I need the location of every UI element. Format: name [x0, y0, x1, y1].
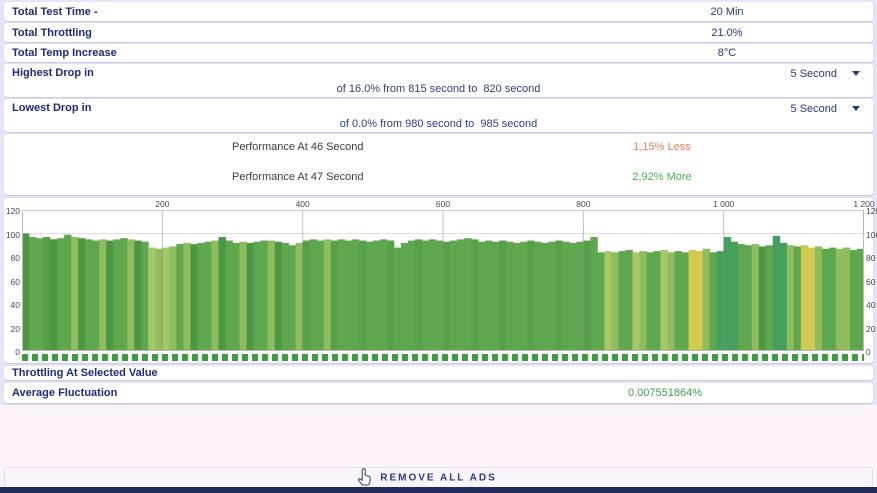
- performance-at-47-label: Performance At 47 Second: [232, 171, 363, 183]
- y-tick-label: 80: [4, 253, 20, 263]
- row-throttling-selected: Throttling At Selected Value: [4, 366, 873, 380]
- y-tick-label: 100: [865, 230, 877, 240]
- y-tick-label: 40: [865, 300, 877, 310]
- y-tick-label: 60: [4, 277, 20, 287]
- chart-plot[interactable]: [22, 210, 864, 351]
- lowest-drop-label: Lowest Drop in: [12, 102, 91, 114]
- row-lowest-drop: Lowest Drop in 5 Second of 0.0% from 980…: [4, 99, 873, 132]
- timeline-marker-strip: [22, 354, 864, 361]
- highest-drop-label: Highest Drop in: [12, 67, 94, 79]
- y-tick-label: 40: [4, 300, 20, 310]
- performance-at-46-value: 1,15% Less: [602, 141, 722, 153]
- cpu-throttling-test-app: Total Test Time - 20 Min Total Throttlin…: [0, 0, 877, 493]
- row-total-throttling: Total Throttling 21.0%: [4, 23, 873, 42]
- total-test-time-value: 20 Min: [652, 6, 802, 18]
- row-total-temp-increase: Total Temp Increase 8°C: [4, 44, 873, 62]
- chevron-down-icon: [852, 71, 860, 76]
- chart-y-axis-right: 020406080100120: [865, 210, 877, 351]
- performance-chart-card: 2004006008001 0001 200 020406080100120 0…: [4, 198, 873, 363]
- average-fluctuation-value: 0.007551864%: [590, 387, 740, 399]
- y-tick-label: 80: [865, 253, 877, 263]
- average-fluctuation-label: Average Fluctuation: [12, 387, 117, 399]
- y-tick-label: 100: [4, 230, 20, 240]
- throttling-selected-label: Throttling At Selected Value: [12, 367, 158, 379]
- y-tick-label: 0: [4, 347, 20, 357]
- performance-comparison-card: Performance At 46 Second 1,15% Less Perf…: [4, 134, 873, 195]
- row-total-test-time: Total Test Time - 20 Min: [4, 2, 873, 21]
- chevron-down-icon: [852, 106, 860, 111]
- remove-all-ads-label: REMOVE ALL ADS: [5, 472, 872, 483]
- bottom-navigation-bar: [0, 487, 877, 493]
- x-tick-label: 800: [561, 199, 605, 209]
- highest-drop-detail: of 16.0% from 815 second to 820 second: [4, 83, 873, 95]
- y-tick-label: 120: [4, 206, 20, 216]
- total-throttling-label: Total Throttling: [12, 27, 92, 39]
- chart-x-axis: 2004006008001 0001 200: [4, 198, 873, 210]
- performance-at-46-label: Performance At 46 Second: [232, 141, 363, 153]
- x-tick-label: 600: [421, 199, 465, 209]
- lowest-drop-interval-dropdown[interactable]: 5 Second: [791, 101, 860, 116]
- row-highest-drop: Highest Drop in 5 Second of 16.0% from 8…: [4, 64, 873, 97]
- total-temp-increase-label: Total Temp Increase: [12, 47, 117, 59]
- x-tick-label: 1 000: [702, 199, 746, 209]
- row-average-fluctuation: Average Fluctuation 0.007551864%: [4, 383, 873, 403]
- lowest-drop-detail: of 0.0% from 980 second to 985 second: [4, 118, 873, 130]
- x-tick-label: 200: [140, 199, 184, 209]
- y-tick-label: 0: [865, 347, 877, 357]
- chart-y-axis-left: 020406080100120: [4, 210, 20, 351]
- y-tick-label: 120: [865, 206, 877, 216]
- remove-all-ads-button[interactable]: REMOVE ALL ADS: [4, 467, 873, 488]
- lowest-drop-interval-value: 5 Second: [791, 103, 837, 115]
- performance-at-47-value: 2,92% More: [602, 171, 722, 183]
- highest-drop-interval-dropdown[interactable]: 5 Second: [791, 66, 860, 81]
- y-tick-label: 60: [865, 277, 877, 287]
- x-tick-label: 400: [281, 199, 325, 209]
- total-throttling-value: 21.0%: [652, 27, 802, 39]
- total-test-time-label: Total Test Time -: [12, 6, 98, 18]
- y-tick-label: 20: [865, 324, 877, 334]
- y-tick-label: 20: [4, 324, 20, 334]
- total-temp-increase-value: 8°C: [652, 47, 802, 59]
- highest-drop-interval-value: 5 Second: [791, 68, 837, 80]
